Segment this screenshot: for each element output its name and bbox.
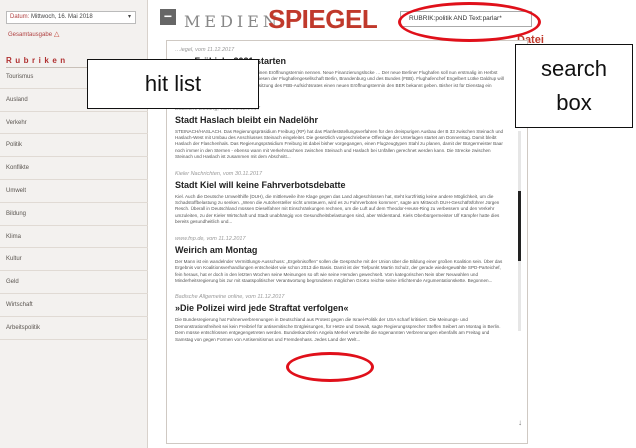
logo-medien: MEDIEN	[184, 12, 281, 31]
article-source: Kieler Nachrichten, vom 30.11.2017	[175, 170, 263, 177]
date-label: Datum:	[10, 14, 30, 20]
scroll-down-icon[interactable]: ↓	[518, 418, 522, 427]
article-title[interactable]: Weirich am Montag	[175, 245, 505, 255]
article-title[interactable]: Stadt Haslach bleibt ein Nadelöhr	[175, 115, 505, 125]
article-item[interactable]: Badische Allgemeine online, vom 11.12.20…	[175, 294, 505, 343]
search-box-callout-line2: box	[556, 90, 592, 115]
chevron-down-icon[interactable]: ▾	[128, 12, 131, 23]
sidebar-item-category[interactable]: Geld	[0, 271, 148, 294]
article-item[interactable]: www.fnp.de, vom 11.12.2017 Weirich am Mon…	[175, 236, 505, 285]
sidebar-item-category[interactable]: Politik	[0, 134, 148, 158]
article-source: Badische Allgemeine online, vom 11.12.20…	[175, 294, 285, 301]
article-source: …iegel, vom 11.12.2017	[175, 47, 235, 53]
date-value: Mittwoch, 16. Mai 2018	[31, 14, 93, 20]
hit-list-callout: hit list	[87, 59, 259, 109]
search-highlight-ellipse	[398, 2, 541, 42]
search-box-callout: search box	[515, 44, 633, 128]
article-body: Der Mann ist ein wandelnder Vermittlungs…	[175, 258, 503, 283]
sidebar-item-category[interactable]: Umwelt	[0, 180, 148, 203]
date-select[interactable]: Datum: Mittwoch, 16. Mai 2018 ▾	[6, 11, 136, 24]
sidebar-item-category[interactable]: Bildung	[0, 203, 148, 226]
article-body: Die Bundesregierung hat Fahnenverbrennun…	[175, 317, 501, 342]
article-item[interactable]: Badische Zeitung, vom 05.12.2017Stadt Ha…	[175, 106, 505, 161]
logo-spiegel: SPIEGEL	[268, 4, 378, 34]
search-box-callout-line1: search	[540, 56, 608, 81]
sidebar-item-category[interactable]: Wirtschaft	[0, 294, 148, 317]
archive-link-label[interactable]: Gesamtausgabe	[8, 32, 52, 38]
collapse-button[interactable]: −	[160, 9, 176, 25]
sidebar-item-category[interactable]: Konflikte	[0, 157, 148, 180]
sidebar-item-category[interactable]: Verkehr	[0, 112, 148, 135]
article-title[interactable]: »Die Polizei wird jede Straftat verfolge…	[175, 303, 505, 313]
scrollbar-thumb[interactable]	[518, 191, 521, 261]
sidebar-item-category[interactable]: Kultur	[0, 248, 148, 272]
archive-link[interactable]: Gesamtausgabe △	[8, 30, 59, 38]
article-item[interactable]: Kieler Nachrichten, vom 30.11.2017 Stadt …	[175, 171, 505, 226]
article-title[interactable]: Stadt Kiel will keine Fahrverbotsdebatte	[175, 180, 505, 190]
article-body: STEINACH/HASLACH. Das Regierungspräsidiu…	[175, 128, 504, 160]
sidebar-item-category[interactable]: Arbeitspolitik	[0, 317, 148, 340]
article-body: Kiel. Auch die Deutsche Umwelthilfe (DUH…	[175, 193, 500, 225]
sidebar-item-category[interactable]: Klima	[0, 226, 148, 249]
pdf-icon[interactable]: △	[54, 31, 59, 38]
match-highlight-ellipse	[286, 352, 374, 382]
article-source: www.fnp.de, vom 11.12.2017	[175, 235, 246, 242]
